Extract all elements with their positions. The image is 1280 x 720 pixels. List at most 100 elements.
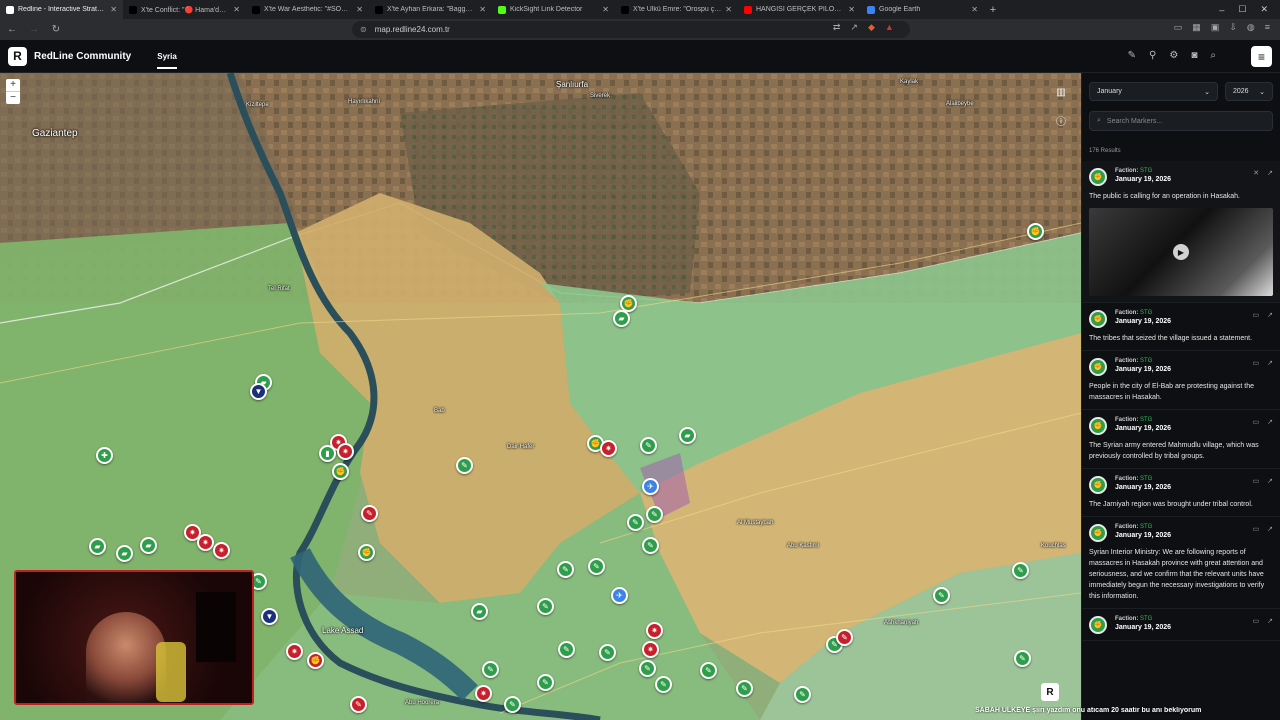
map-marker-green[interactable]: ✎	[933, 587, 950, 604]
video-icon[interactable]: ▭	[1253, 477, 1260, 485]
browser-tab[interactable]: Redline - Interactive Strategic M ✕	[0, 0, 123, 19]
browser-tab[interactable]: X'te War Aesthetic: "#SONDAKİKA H ✕	[246, 0, 369, 19]
site-info-icon[interactable]: ⊜	[360, 25, 367, 34]
floating-redline-button[interactable]: R	[1041, 683, 1059, 701]
map-marker-red[interactable]: ✷	[600, 440, 617, 457]
feed-item[interactable]: ✊ Faction: STG January 19, 2026 ▭ ↗ People in…	[1082, 351, 1280, 410]
map-marker-green[interactable]: ✎	[640, 437, 657, 454]
map-marker-blue[interactable]: ✈	[611, 587, 628, 604]
zoom-out-button[interactable]: −	[6, 91, 20, 104]
feed-item[interactable]: ✊ Faction: STG January 19, 2026 ▭ ↗ The Jarni…	[1082, 469, 1280, 517]
map-marker-green[interactable]: ▰	[89, 538, 106, 555]
map-marker-green[interactable]: ✎	[558, 641, 575, 658]
browser-tab[interactable]: X'te Conflict: "🔴 Hama'daki Arap aş ✕	[123, 0, 246, 19]
new-tab-button[interactable]: +	[984, 4, 1002, 16]
map-marker-red[interactable]: ✷	[646, 622, 663, 639]
search-icon[interactable]: ⌕	[1210, 50, 1216, 61]
map-marker-red[interactable]: ✷	[213, 542, 230, 559]
map-marker-green[interactable]: ✊	[358, 544, 375, 561]
map-marker-green[interactable]: ✎	[1014, 650, 1031, 667]
map-marker-green[interactable]: ✎	[1012, 562, 1029, 579]
map-marker-green[interactable]: ✎	[639, 660, 656, 677]
browser-tab[interactable]: HANGİSİ GERÇEK PİLOT!? ft. @AyniE✕	[738, 0, 861, 19]
redline-logo[interactable]: R	[8, 46, 27, 66]
map-marker-green[interactable]: ✎	[642, 537, 659, 554]
close-tab-icon[interactable]: ✕	[479, 5, 486, 14]
video-icon[interactable]: ▭	[1253, 311, 1260, 319]
vpn-icon[interactable]: ◍	[1247, 22, 1255, 33]
search-markers-input[interactable]: ⌕ Search Markers...	[1089, 111, 1273, 131]
map-marker-green[interactable]: ✎	[700, 662, 717, 679]
map-marker-red[interactable]: ✊	[307, 652, 324, 669]
feed-item[interactable]: ✊ Faction: STG January 19, 2026 ▭ ↗	[1082, 609, 1280, 641]
menu-button[interactable]: ≡	[1251, 46, 1272, 67]
map-marker-green[interactable]: ✎	[627, 514, 644, 531]
browser-tab[interactable]: X'te Ülkü Emre: "Orospu çocuna bak✕	[615, 0, 738, 19]
map-marker-red[interactable]: ✷	[286, 643, 303, 660]
map-marker-green[interactable]: ▰	[471, 603, 488, 620]
tab-syria[interactable]: Syria	[157, 43, 177, 69]
map-marker-green[interactable]: ✎	[482, 661, 499, 678]
close-tab-icon[interactable]: ✕	[848, 5, 855, 14]
map-marker-red[interactable]: ✎	[361, 505, 378, 522]
zoom-in-button[interactable]: +	[6, 79, 20, 91]
map-marker-red[interactable]: ✷	[197, 534, 214, 551]
location-pin-icon[interactable]: ⚲	[1149, 50, 1156, 61]
downloads-icon[interactable]: ⇩	[1229, 22, 1237, 33]
map-marker-green[interactable]: ✎	[599, 644, 616, 661]
map-marker-red[interactable]: ✎	[350, 696, 367, 713]
url-field[interactable]: ⊜ map.redline24.com.tr	[352, 21, 910, 38]
external-link-icon[interactable]: ↗	[1267, 418, 1273, 426]
camera-icon[interactable]: ◙	[1191, 50, 1197, 61]
month-select[interactable]: January ⌄	[1089, 82, 1218, 101]
feed-item[interactable]: ✊ Faction: STG January 19, 2026 ▭ ↗ Syrian In…	[1082, 517, 1280, 609]
map-marker-green[interactable]: ✚	[96, 447, 113, 464]
map-marker-red[interactable]: ✷	[337, 443, 354, 460]
info-icon[interactable]: ⓘ	[1052, 111, 1070, 129]
wallet-icon[interactable]: ▣	[1211, 22, 1220, 33]
video-icon[interactable]: ▭	[1253, 359, 1260, 367]
map-marker-red[interactable]: ✷	[475, 685, 492, 702]
feed-item[interactable]: ✊ Faction: STG January 19, 2026 ✕ ↗ The publi…	[1082, 161, 1280, 303]
map-marker-green[interactable]: ✎	[456, 457, 473, 474]
video-icon[interactable]: ▭	[1253, 418, 1260, 426]
external-link-icon[interactable]: ↗	[1267, 477, 1273, 485]
map-marker-navy[interactable]: ▼	[250, 383, 267, 400]
map-marker-green[interactable]: ✊	[332, 463, 349, 480]
map-marker-green[interactable]: ✎	[646, 506, 663, 523]
close-tab-icon[interactable]: ✕	[971, 5, 978, 14]
sidebar-toggle-icon[interactable]: ▭	[1174, 22, 1183, 33]
map-marker-green[interactable]: ✎	[794, 686, 811, 703]
settings-icon[interactable]: ⚙	[1169, 50, 1178, 61]
close-tab-icon[interactable]: ✕	[233, 5, 240, 14]
map-marker-navy[interactable]: ▼	[261, 608, 278, 625]
back-icon[interactable]: ←	[6, 24, 18, 35]
external-link-icon[interactable]: ↗	[1267, 169, 1273, 177]
map-marker-green[interactable]: ✊	[1027, 223, 1044, 240]
map-marker-green[interactable]: ✎	[557, 561, 574, 578]
feed-item[interactable]: ✊ Faction: STG January 19, 2026 ▭ ↗ The tribe…	[1082, 303, 1280, 351]
map-marker-red[interactable]: ✷	[642, 641, 659, 658]
close-icon[interactable]: ✕	[1253, 169, 1259, 177]
close-tab-icon[interactable]: ✕	[110, 5, 117, 14]
feed-item[interactable]: ✊ Faction: STG January 19, 2026 ▭ ↗ The Syria…	[1082, 410, 1280, 469]
close-tab-icon[interactable]: ✕	[356, 5, 363, 14]
rewards-icon[interactable]: ▲	[885, 22, 894, 33]
map-marker-green[interactable]: ✎	[736, 680, 753, 697]
external-link-icon[interactable]: ↗	[1267, 617, 1273, 625]
video-thumbnail[interactable]: ▶	[1089, 208, 1273, 296]
translate-icon[interactable]: ⇄	[833, 22, 841, 33]
map-marker-green[interactable]: ✎	[537, 598, 554, 615]
close-window-icon[interactable]: ✕	[1260, 4, 1268, 15]
draw-icon[interactable]: ✎	[1128, 50, 1136, 61]
map-marker-green[interactable]: ▰	[116, 545, 133, 562]
brave-shield-icon[interactable]: ◆	[868, 22, 875, 33]
map-marker-blue[interactable]: ✈	[642, 478, 659, 495]
browser-menu-icon[interactable]: ≡	[1265, 22, 1270, 33]
map-marker-green[interactable]: ▰	[613, 310, 630, 327]
browser-tab[interactable]: Google Earth ✕	[861, 0, 984, 19]
close-tab-icon[interactable]: ✕	[725, 5, 732, 14]
map-marker-green[interactable]: ✎	[655, 676, 672, 693]
reload-icon[interactable]: ↻	[50, 24, 62, 35]
maximize-icon[interactable]: ☐	[1238, 4, 1246, 15]
